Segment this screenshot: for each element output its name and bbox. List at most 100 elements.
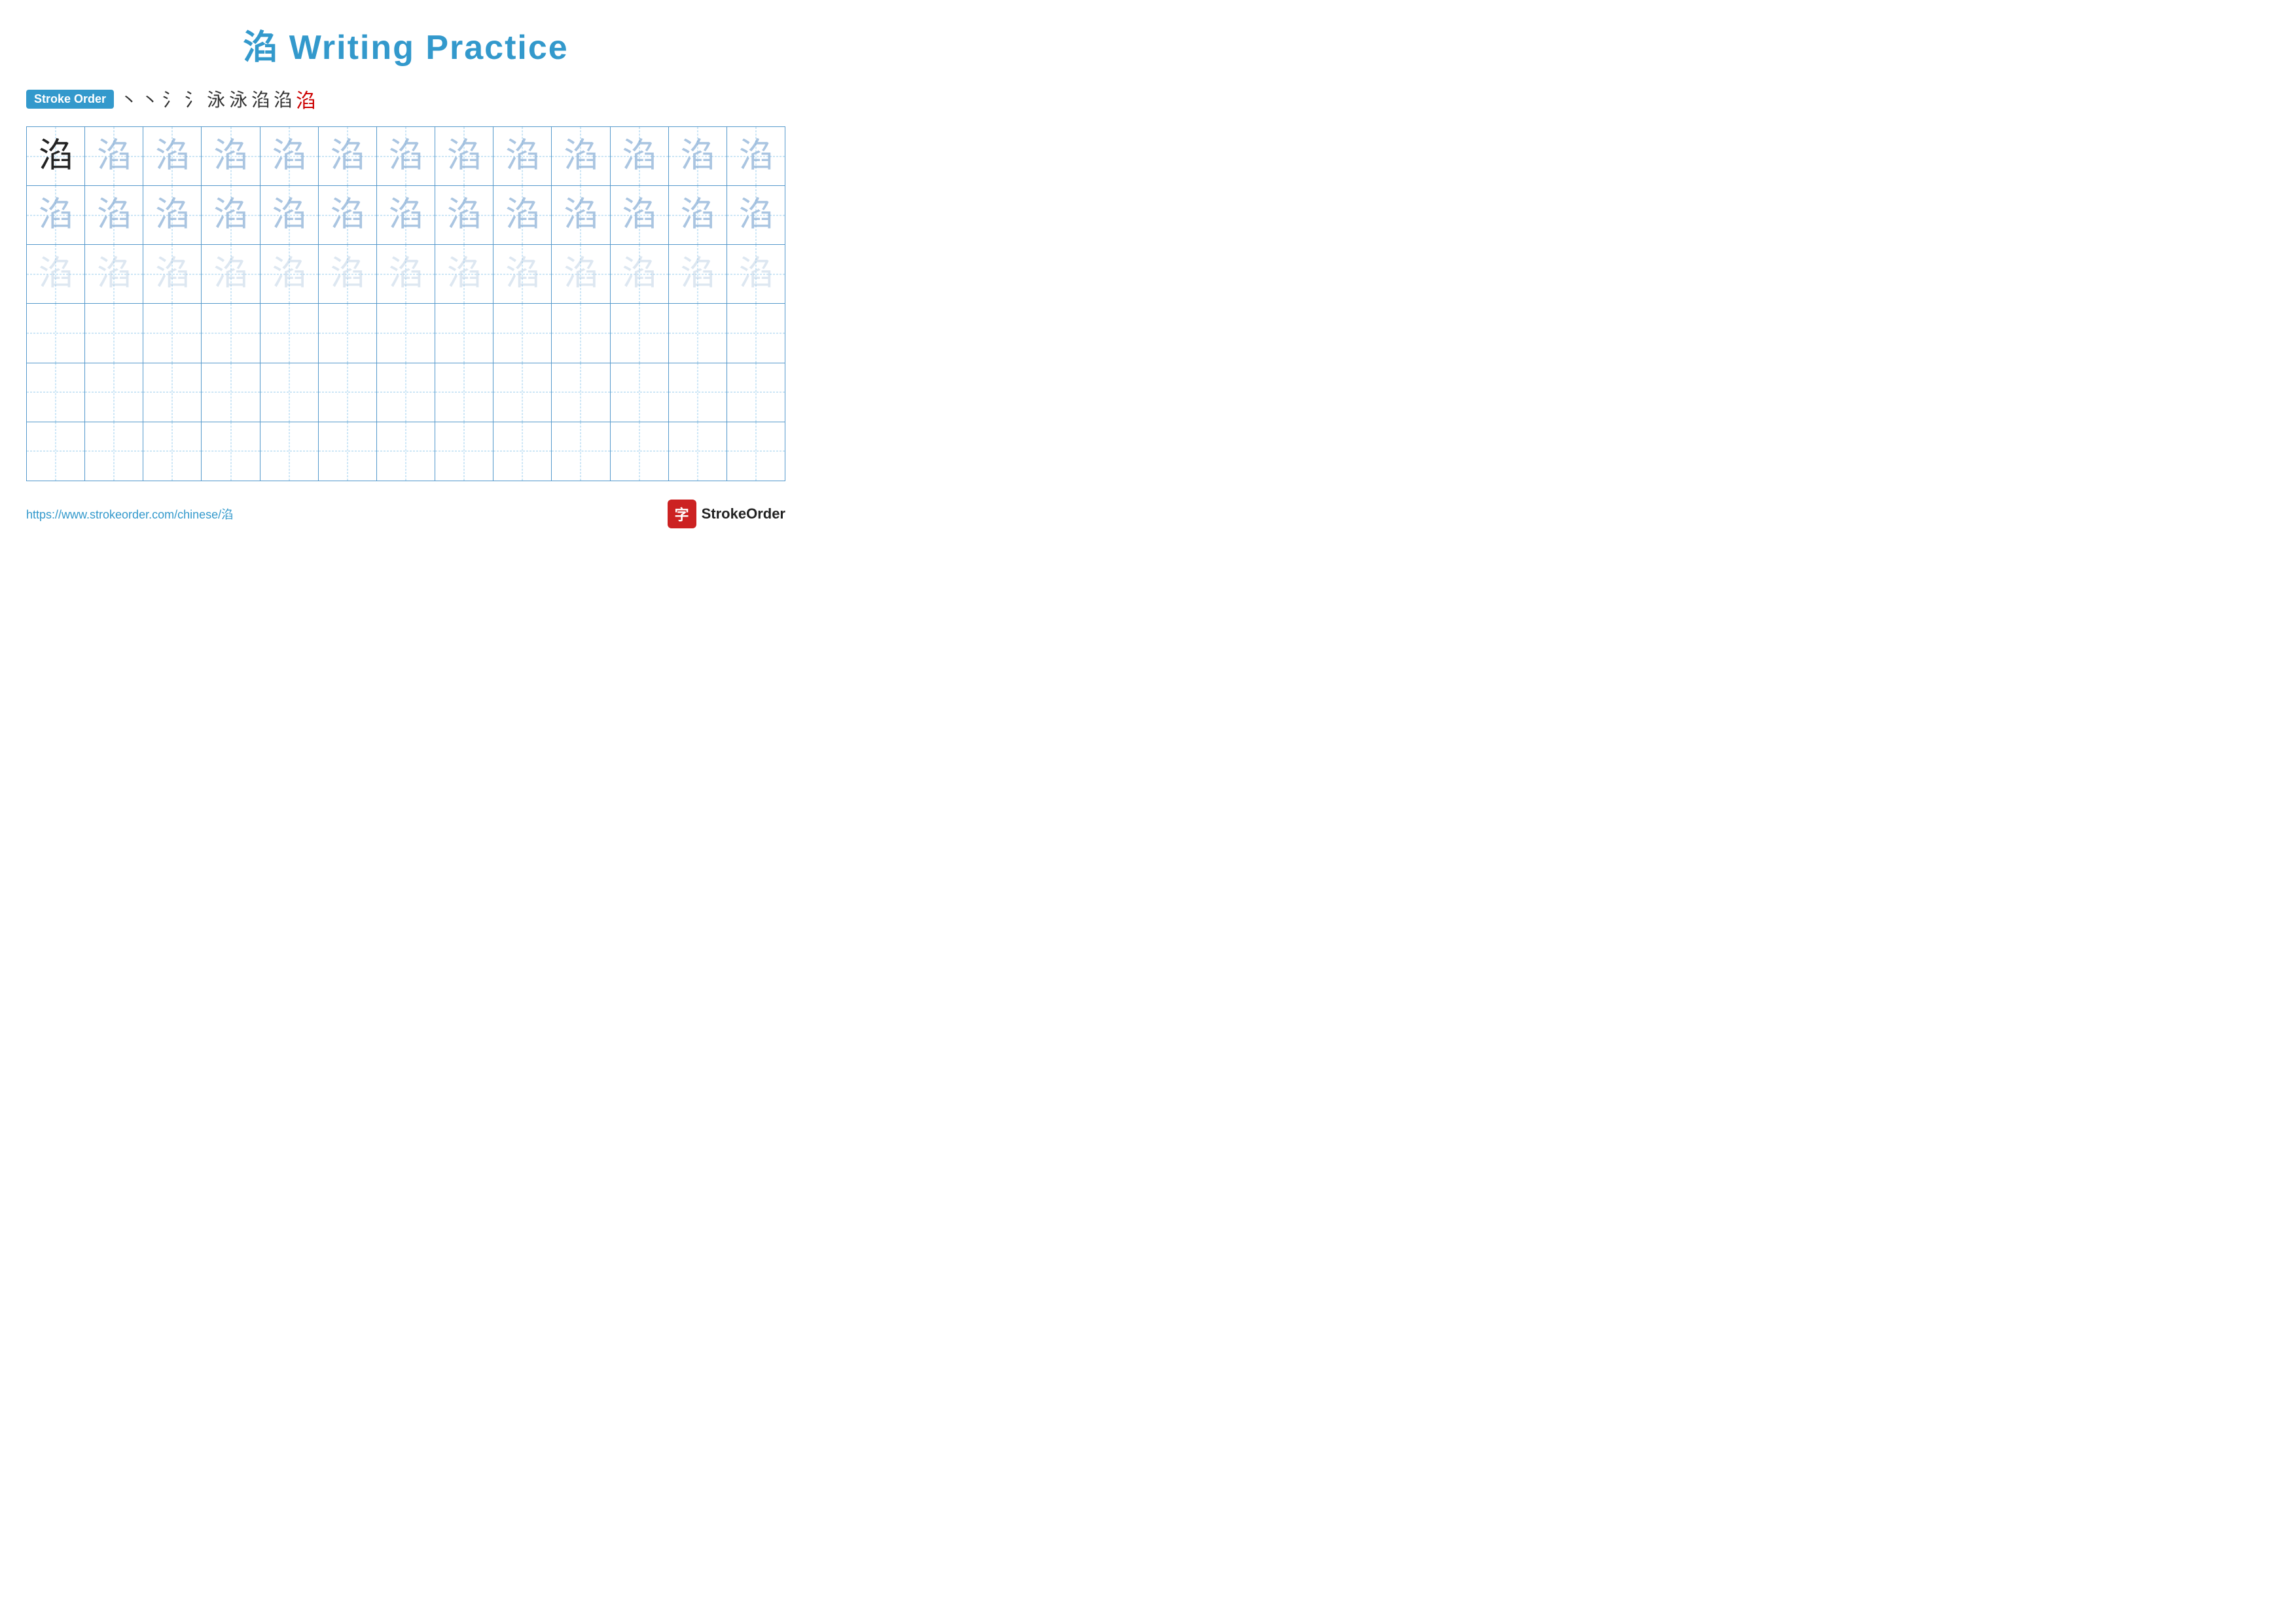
cell-1-12[interactable]: 淊 xyxy=(669,127,727,185)
cell-6-2[interactable] xyxy=(85,422,143,481)
cell-2-10[interactable]: 淊 xyxy=(552,186,610,244)
cell-3-6[interactable]: 淊 xyxy=(319,245,377,303)
cell-3-7[interactable]: 淊 xyxy=(377,245,435,303)
footer-brand: 字 StrokeOrder xyxy=(668,500,785,528)
cell-4-13[interactable] xyxy=(727,304,785,362)
char-medium: 淊 xyxy=(564,198,598,232)
cell-2-2[interactable]: 淊 xyxy=(85,186,143,244)
cell-6-10[interactable] xyxy=(552,422,610,481)
cell-3-4[interactable]: 淊 xyxy=(202,245,260,303)
cell-6-4[interactable] xyxy=(202,422,260,481)
char-light: 淊 xyxy=(272,257,306,291)
char-light: 淊 xyxy=(505,257,539,291)
cell-1-9[interactable]: 淊 xyxy=(493,127,552,185)
cell-4-10[interactable] xyxy=(552,304,610,362)
cell-1-7[interactable]: 淊 xyxy=(377,127,435,185)
cell-3-5[interactable]: 淊 xyxy=(260,245,319,303)
cell-2-13[interactable]: 淊 xyxy=(727,186,785,244)
cell-1-4[interactable]: 淊 xyxy=(202,127,260,185)
cell-2-7[interactable]: 淊 xyxy=(377,186,435,244)
char-medium: 淊 xyxy=(214,198,248,232)
cell-5-9[interactable] xyxy=(493,363,552,422)
stroke-order-row: Stroke Order 丶 丶 氵 氵 泳 泳 淊 淊 淊 xyxy=(26,84,785,113)
cell-5-12[interactable] xyxy=(669,363,727,422)
grid-row-6 xyxy=(27,422,785,481)
cell-4-2[interactable] xyxy=(85,304,143,362)
cell-2-12[interactable]: 淊 xyxy=(669,186,727,244)
cell-2-11[interactable]: 淊 xyxy=(611,186,669,244)
cell-6-8[interactable] xyxy=(435,422,493,481)
cell-1-3[interactable]: 淊 xyxy=(143,127,202,185)
cell-5-6[interactable] xyxy=(319,363,377,422)
grid-row-1: 淊 淊 淊 淊 淊 淊 淊 淊 淊 淊 淊 淊 xyxy=(27,127,785,186)
char-medium: 淊 xyxy=(155,198,189,232)
cell-4-12[interactable] xyxy=(669,304,727,362)
cell-6-12[interactable] xyxy=(669,422,727,481)
cell-6-7[interactable] xyxy=(377,422,435,481)
cell-6-3[interactable] xyxy=(143,422,202,481)
cell-6-6[interactable] xyxy=(319,422,377,481)
cell-3-10[interactable]: 淊 xyxy=(552,245,610,303)
cell-4-11[interactable] xyxy=(611,304,669,362)
char-light: 淊 xyxy=(97,257,131,291)
cell-5-7[interactable] xyxy=(377,363,435,422)
grid-row-4 xyxy=(27,304,785,363)
cell-2-9[interactable]: 淊 xyxy=(493,186,552,244)
cell-4-4[interactable] xyxy=(202,304,260,362)
cell-5-4[interactable] xyxy=(202,363,260,422)
cell-5-5[interactable] xyxy=(260,363,319,422)
cell-1-1[interactable]: 淊 xyxy=(27,127,85,185)
grid-row-5 xyxy=(27,363,785,422)
cell-6-13[interactable] xyxy=(727,422,785,481)
cell-4-1[interactable] xyxy=(27,304,85,362)
cell-6-1[interactable] xyxy=(27,422,85,481)
cell-3-3[interactable]: 淊 xyxy=(143,245,202,303)
char-light: 淊 xyxy=(389,257,423,291)
cell-3-12[interactable]: 淊 xyxy=(669,245,727,303)
cell-3-13[interactable]: 淊 xyxy=(727,245,785,303)
cell-1-13[interactable]: 淊 xyxy=(727,127,785,185)
cell-4-9[interactable] xyxy=(493,304,552,362)
stroke-5: 泳 xyxy=(207,86,225,112)
char-light: 淊 xyxy=(39,257,73,291)
cell-3-1[interactable]: 淊 xyxy=(27,245,85,303)
cell-4-8[interactable] xyxy=(435,304,493,362)
cell-6-9[interactable] xyxy=(493,422,552,481)
cell-4-3[interactable] xyxy=(143,304,202,362)
cell-4-5[interactable] xyxy=(260,304,319,362)
cell-5-10[interactable] xyxy=(552,363,610,422)
cell-6-5[interactable] xyxy=(260,422,319,481)
practice-grid: 淊 淊 淊 淊 淊 淊 淊 淊 淊 淊 淊 淊 xyxy=(26,126,785,481)
cell-2-6[interactable]: 淊 xyxy=(319,186,377,244)
cell-5-13[interactable] xyxy=(727,363,785,422)
cell-4-6[interactable] xyxy=(319,304,377,362)
char-light: 淊 xyxy=(214,257,248,291)
cell-1-5[interactable]: 淊 xyxy=(260,127,319,185)
cell-1-11[interactable]: 淊 xyxy=(611,127,669,185)
char-medium: 淊 xyxy=(39,198,73,232)
cell-5-2[interactable] xyxy=(85,363,143,422)
cell-4-7[interactable] xyxy=(377,304,435,362)
char-medium: 淊 xyxy=(389,139,423,173)
cell-5-11[interactable] xyxy=(611,363,669,422)
cell-1-8[interactable]: 淊 xyxy=(435,127,493,185)
cell-3-2[interactable]: 淊 xyxy=(85,245,143,303)
title-text: Writing Practice xyxy=(289,29,569,67)
cell-2-1[interactable]: 淊 xyxy=(27,186,85,244)
cell-2-5[interactable]: 淊 xyxy=(260,186,319,244)
cell-1-10[interactable]: 淊 xyxy=(552,127,610,185)
cell-2-4[interactable]: 淊 xyxy=(202,186,260,244)
cell-2-8[interactable]: 淊 xyxy=(435,186,493,244)
cell-2-3[interactable]: 淊 xyxy=(143,186,202,244)
cell-6-11[interactable] xyxy=(611,422,669,481)
cell-1-6[interactable]: 淊 xyxy=(319,127,377,185)
cell-3-11[interactable]: 淊 xyxy=(611,245,669,303)
cell-3-8[interactable]: 淊 xyxy=(435,245,493,303)
footer-url[interactable]: https://www.strokeorder.com/chinese/淊 xyxy=(26,505,233,522)
cell-5-1[interactable] xyxy=(27,363,85,422)
char-medium: 淊 xyxy=(447,139,481,173)
cell-5-8[interactable] xyxy=(435,363,493,422)
cell-1-2[interactable]: 淊 xyxy=(85,127,143,185)
cell-3-9[interactable]: 淊 xyxy=(493,245,552,303)
cell-5-3[interactable] xyxy=(143,363,202,422)
